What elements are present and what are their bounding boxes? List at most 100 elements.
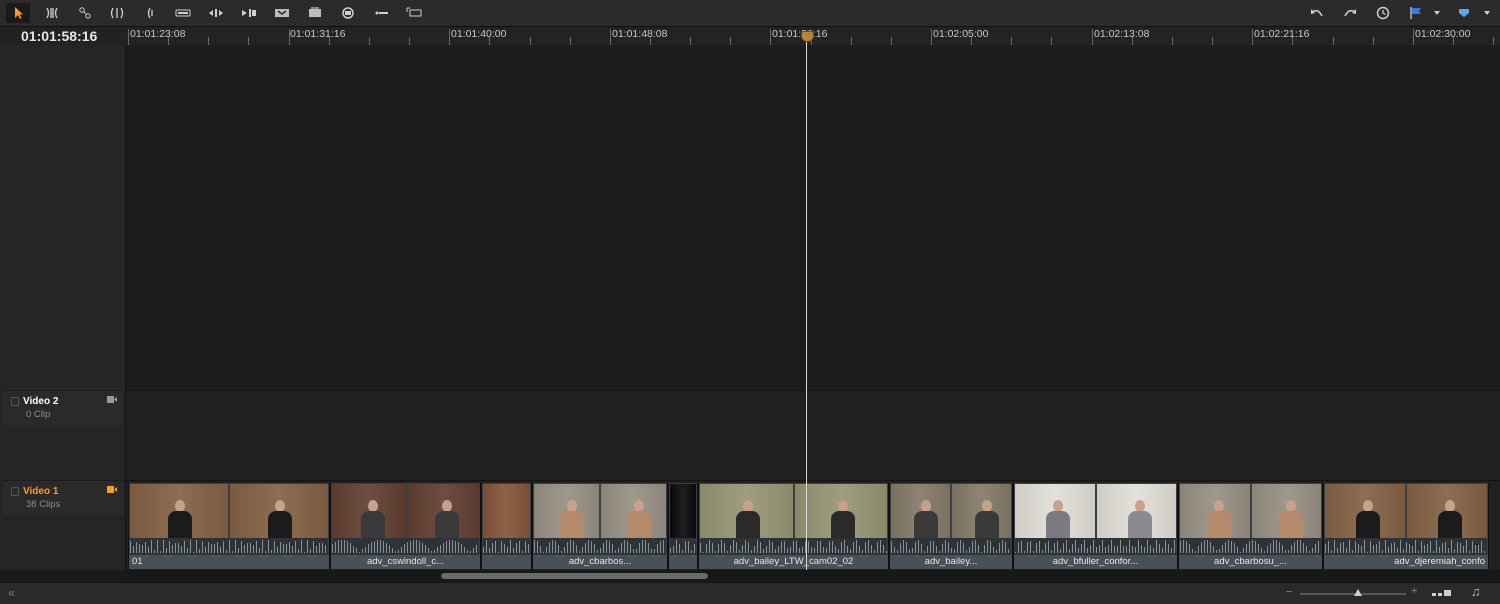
track-header-video-1[interactable]: Video 1 38 Clips xyxy=(3,480,123,515)
waveform-bar xyxy=(847,545,848,553)
video-clip[interactable]: adv_djeremiah_confo xyxy=(1323,483,1489,569)
ruler-tick xyxy=(449,29,451,45)
waveform-bar xyxy=(564,546,565,553)
marker-icon[interactable] xyxy=(1452,3,1476,23)
waveform-bar xyxy=(1002,540,1003,553)
waveform-bar xyxy=(945,540,946,553)
history-icon[interactable] xyxy=(1371,3,1395,23)
chevron-down-icon[interactable] xyxy=(1480,3,1494,23)
waveform-bar xyxy=(401,546,402,553)
video-clip[interactable] xyxy=(481,483,532,569)
waveform-bar xyxy=(618,548,619,553)
waveform-bar xyxy=(781,540,782,553)
clip-thumbnail xyxy=(332,484,405,538)
video-2-lane[interactable] xyxy=(126,390,1500,481)
waveform-bar xyxy=(395,551,396,553)
waveform-bar xyxy=(157,540,158,553)
waveform-bar xyxy=(1267,546,1268,553)
fit-to-fill-icon[interactable] xyxy=(270,3,294,23)
arrow-pointer-icon[interactable] xyxy=(6,3,30,23)
waveform-bar xyxy=(1174,540,1175,553)
waveform-bar xyxy=(1243,547,1244,553)
zoom-slider-track[interactable] xyxy=(1300,593,1406,595)
ripple-icon[interactable] xyxy=(336,3,360,23)
overwrite-icon[interactable] xyxy=(204,3,228,23)
video-camera-icon[interactable] xyxy=(107,396,117,403)
trim-icon[interactable] xyxy=(40,3,64,23)
bracket-icon[interactable] xyxy=(138,3,162,23)
clip-name: adv_cswindoll_c... xyxy=(331,555,480,569)
waveform-bar xyxy=(1291,545,1292,553)
video-clip[interactable]: adv_bailey... xyxy=(889,483,1013,569)
waveform-bar xyxy=(133,546,134,553)
clip-thumbnails xyxy=(700,484,887,538)
waveform-bar xyxy=(609,540,610,553)
waveform-bar xyxy=(470,550,471,553)
waveform-bar xyxy=(1075,540,1076,553)
waveform-bar xyxy=(1225,541,1226,553)
playhead-handle-icon[interactable] xyxy=(801,31,814,42)
waveform-bar xyxy=(350,543,351,553)
undo-icon[interactable] xyxy=(1305,3,1329,23)
waveform-bar xyxy=(718,544,719,553)
person-figure xyxy=(1206,498,1232,538)
video-clip[interactable]: adv_bfuller_confor... xyxy=(1013,483,1178,569)
redo-icon[interactable] xyxy=(1338,3,1362,23)
video-camera-icon[interactable] xyxy=(107,486,117,493)
ruler-tick xyxy=(1452,37,1454,45)
ruler-tick xyxy=(529,37,531,45)
waveform-bar xyxy=(347,541,348,553)
flag-icon[interactable] xyxy=(1404,3,1428,23)
waveform-bar xyxy=(277,546,278,553)
waveform-bar xyxy=(407,542,408,553)
waveform-bar xyxy=(437,547,438,553)
waveform-bar xyxy=(1418,551,1419,553)
waveform-bar xyxy=(1279,541,1280,553)
waveform-bar xyxy=(909,548,910,553)
dynamic-trim-icon[interactable] xyxy=(105,3,129,23)
waveform-bar xyxy=(1436,540,1437,553)
horizontal-scrollbar-track[interactable] xyxy=(126,570,1500,582)
person-figure xyxy=(1127,498,1153,538)
waveform-bar xyxy=(368,543,369,553)
playhead-line[interactable] xyxy=(806,35,807,570)
waveform-bar xyxy=(817,541,818,553)
waveform-bar xyxy=(199,549,200,553)
waveform-bar xyxy=(832,540,833,553)
waveform-bar xyxy=(1312,548,1313,553)
razor-icon[interactable] xyxy=(73,3,97,23)
append-icon[interactable] xyxy=(369,3,393,23)
add-track-icon[interactable] xyxy=(402,3,426,23)
lock-icon[interactable] xyxy=(11,397,19,406)
waveform-bar xyxy=(398,549,399,553)
video-clip[interactable]: 01 xyxy=(128,483,330,569)
chevron-down-icon[interactable] xyxy=(1430,3,1444,23)
video-clip[interactable] xyxy=(668,483,698,569)
horizontal-scrollbar-thumb[interactable] xyxy=(441,573,708,579)
zoom-out-icon[interactable]: − xyxy=(1286,586,1292,598)
replace-icon[interactable] xyxy=(237,3,261,23)
music-note-icon[interactable]: ♫ xyxy=(1471,584,1481,599)
current-timecode[interactable]: 01:01:58:16 xyxy=(0,27,125,45)
zoom-slider-handle[interactable] xyxy=(1354,589,1363,596)
video-clip[interactable]: adv_cbarbosu_... xyxy=(1178,483,1323,569)
track-name: Video 1 xyxy=(23,486,59,497)
double-chevron-left-icon[interactable]: « xyxy=(8,585,15,600)
insert-icon[interactable] xyxy=(171,3,195,23)
track-height-icon[interactable] xyxy=(1432,588,1452,598)
lock-icon[interactable] xyxy=(11,487,19,496)
waveform-bar xyxy=(703,551,704,553)
ruler-tick xyxy=(208,37,210,45)
waveform-bar xyxy=(778,546,779,553)
clip-thumbnail xyxy=(130,484,228,538)
track-header-video-2[interactable]: Video 2 0 Clip xyxy=(3,390,123,425)
place-on-top-icon[interactable] xyxy=(303,3,327,23)
video-clip[interactable]: adv_cbarbos... xyxy=(532,483,668,569)
video-clip[interactable]: adv_cswindoll_c... xyxy=(330,483,481,569)
zoom-in-icon[interactable]: + xyxy=(1411,585,1417,597)
clip-thumbnail xyxy=(952,484,1011,538)
video-clip[interactable]: adv_bailey_LTW_cam02_02 xyxy=(698,483,889,569)
waveform-bar xyxy=(1195,550,1196,553)
waveform-bar xyxy=(1030,541,1031,553)
waveform-bar xyxy=(208,542,209,553)
